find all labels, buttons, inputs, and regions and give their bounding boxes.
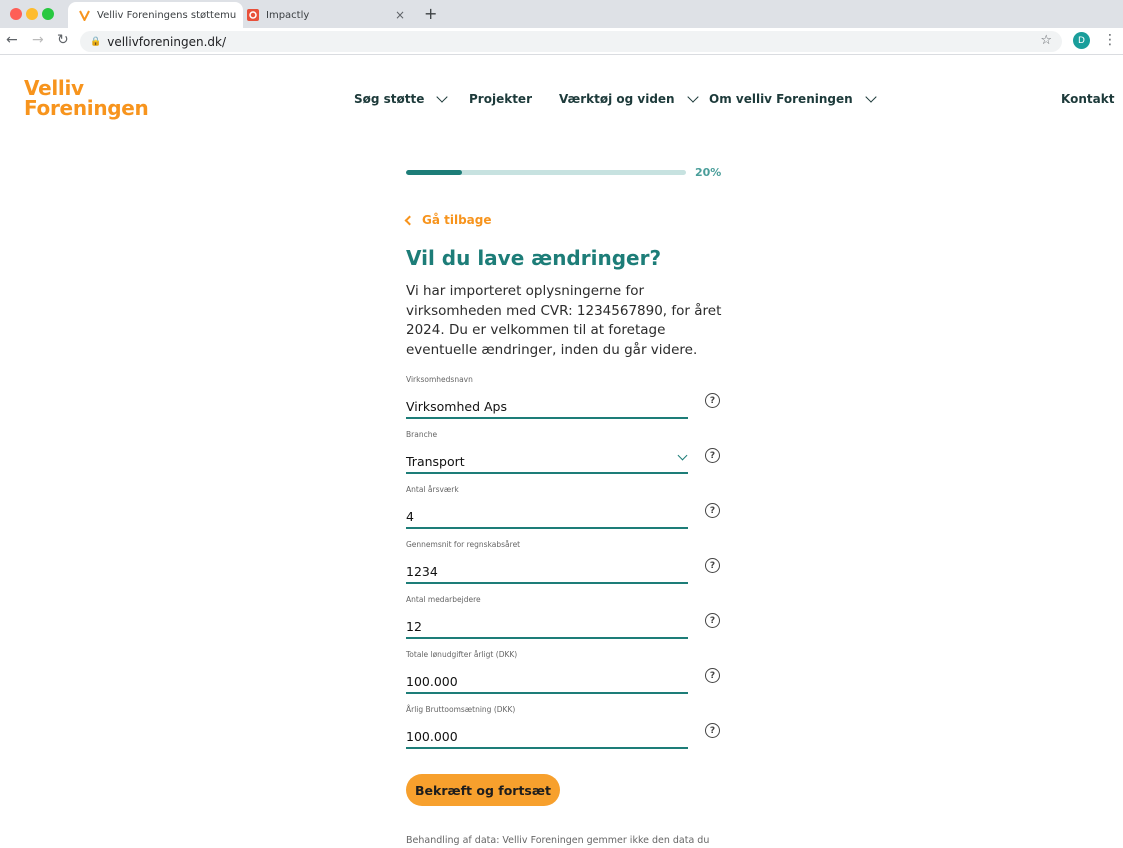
- chevron-down-icon: [436, 90, 449, 103]
- address-bar-row: ← → ↻ 🔒 vellivforeningen.dk/ ☆: [0, 28, 1123, 55]
- chevron-left-icon: [404, 215, 415, 225]
- help-icon[interactable]: ?: [705, 613, 720, 628]
- new-tab-button[interactable]: +: [424, 4, 437, 23]
- chevron-down-icon: [686, 90, 699, 103]
- url-text: vellivforeningen.dk/: [107, 34, 226, 49]
- chevron-down-icon: [865, 90, 877, 103]
- velliv-logo[interactable]: Velliv Foreningen: [24, 76, 149, 120]
- progress-bar: [406, 170, 686, 175]
- field-label: Gennemsnit for regnskabsåret: [406, 540, 521, 549]
- nav-item-label: Om velliv Foreningen: [709, 92, 853, 106]
- field-label: Antal årsværk: [406, 485, 459, 494]
- field-value: 1234: [406, 564, 438, 579]
- field-value: 100.000: [406, 729, 458, 744]
- reload-icon[interactable]: ↻: [57, 32, 69, 48]
- impactly-favicon-icon: [247, 9, 259, 21]
- profile-avatar[interactable]: D: [1073, 32, 1090, 49]
- nav-item-vaerktoj-og-viden[interactable]: Værktøj og viden: [559, 90, 699, 106]
- nav-item-sog-stotte[interactable]: Søg støtte: [354, 90, 449, 106]
- close-tab-icon[interactable]: ×: [395, 8, 405, 22]
- help-icon[interactable]: ?: [705, 503, 720, 518]
- browser-menu-icon[interactable]: ⋮: [1103, 32, 1117, 48]
- chevron-down-icon: [677, 450, 688, 461]
- tab-title: Velliv Foreningens støttemuligh: [97, 9, 237, 21]
- back-link[interactable]: Gå tilbage: [404, 213, 492, 227]
- logo-line-2: Foreningen: [24, 96, 149, 120]
- page-title: Vil du lave ændringer?: [406, 246, 662, 270]
- employee-count-field[interactable]: Antal medarbejdere 12: [406, 595, 688, 639]
- bookmark-star-icon[interactable]: ☆: [1040, 33, 1052, 48]
- annual-work-units-field[interactable]: Antal årsværk 4: [406, 485, 688, 529]
- nav-item-label: Projekter: [469, 92, 532, 106]
- nav-item-label: Søg støtte: [354, 92, 425, 106]
- field-value: 12: [406, 619, 422, 634]
- browser-tab-bar: Velliv Foreningens støttemuligh Impactly…: [0, 0, 1123, 28]
- close-window-button[interactable]: [10, 8, 22, 20]
- help-icon[interactable]: ?: [705, 668, 720, 683]
- progress-percent: 20%: [695, 166, 722, 179]
- total-salary-field[interactable]: Totale lønudgifter årligt (DKK) 100.000: [406, 650, 688, 694]
- lock-icon: 🔒: [90, 36, 102, 47]
- progress-fill: [406, 170, 462, 175]
- back-link-label: Gå tilbage: [422, 213, 492, 227]
- fiscal-average-field[interactable]: Gennemsnit for regnskabsåret 1234: [406, 540, 688, 584]
- company-name-field[interactable]: Virksomhedsnavn Virksomhed Aps: [406, 375, 688, 419]
- field-label: Totale lønudgifter årligt (DKK): [406, 650, 518, 659]
- help-icon[interactable]: ?: [705, 558, 720, 573]
- velliv-favicon-icon: [78, 9, 90, 21]
- help-icon[interactable]: ?: [705, 393, 720, 408]
- intro-text: Vi har importeret oplysningerne for virk…: [406, 283, 722, 358]
- tab-velliv[interactable]: Velliv Foreningens støttemuligh: [68, 2, 243, 28]
- maximize-window-button[interactable]: [42, 8, 54, 20]
- data-handling-note: Behandling af data: Velliv Foreningen ge…: [406, 835, 710, 846]
- gross-revenue-field[interactable]: Årlig Bruttoomsætning (DKK) 100.000: [406, 705, 688, 749]
- field-label: Virksomhedsnavn: [406, 375, 473, 384]
- minimize-window-button[interactable]: [26, 8, 38, 20]
- field-value: 4: [406, 509, 414, 524]
- nav-item-om-velliv[interactable]: Om velliv Foreningen: [709, 90, 877, 106]
- field-value: 100.000: [406, 674, 458, 689]
- field-label: Antal medarbejdere: [406, 595, 481, 604]
- nav-item-label: Værktøj og viden: [559, 92, 675, 106]
- back-arrow-icon[interactable]: ←: [6, 32, 18, 48]
- field-value: Virksomhed Aps: [406, 399, 507, 414]
- forward-arrow-icon[interactable]: →: [32, 32, 44, 48]
- logo-line-1: Velliv: [24, 76, 84, 100]
- nav-item-projekter[interactable]: Projekter: [469, 92, 532, 106]
- url-input[interactable]: 🔒 vellivforeningen.dk/ ☆: [80, 31, 1062, 52]
- help-icon[interactable]: ?: [705, 448, 720, 463]
- industry-select[interactable]: Branche Transport: [406, 430, 688, 474]
- confirm-continue-button[interactable]: Bekræft og fortsæt: [406, 774, 560, 806]
- tab-impactly[interactable]: Impactly ×: [243, 2, 413, 28]
- nav-item-kontakt[interactable]: Kontakt: [1061, 92, 1114, 106]
- tab-title: Impactly: [266, 9, 310, 21]
- help-icon[interactable]: ?: [705, 723, 720, 738]
- field-label: Årlig Bruttoomsætning (DKK): [406, 705, 516, 714]
- field-label: Branche: [406, 430, 438, 439]
- field-value: Transport: [406, 454, 465, 469]
